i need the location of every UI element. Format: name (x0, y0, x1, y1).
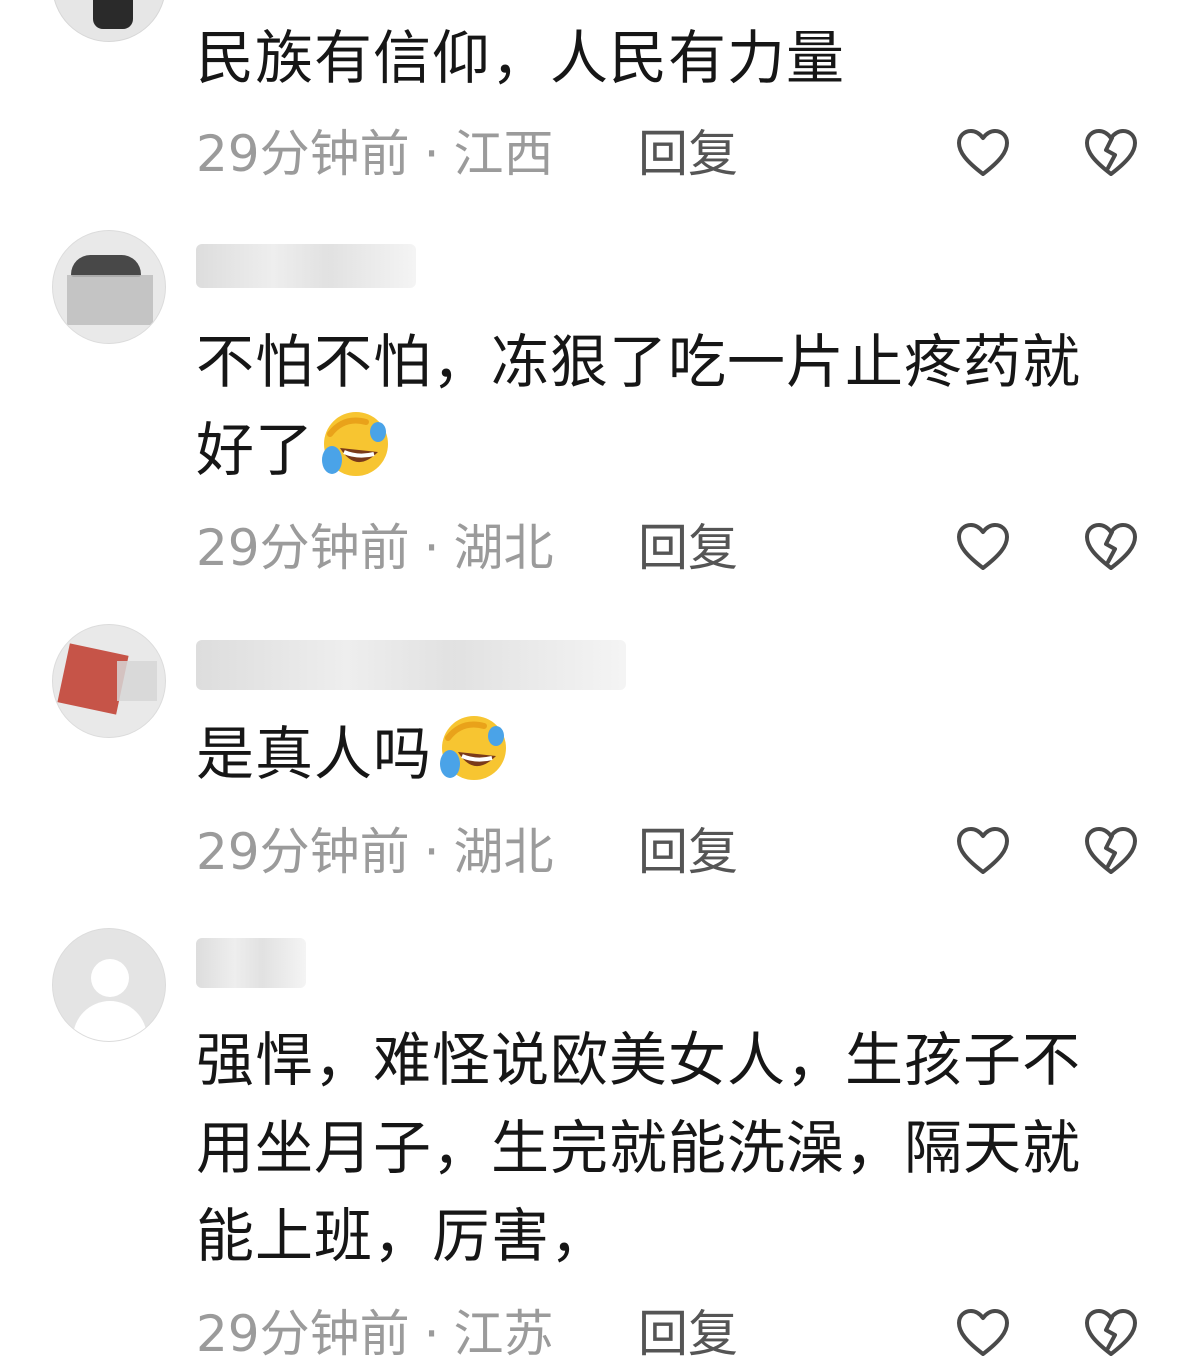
comment-text-line: 能上班，厉害， (196, 1202, 610, 1270)
comment-text: 是真人吗 (196, 710, 1156, 798)
avatar[interactable] (52, 0, 166, 42)
comment-location: 湖北 (453, 519, 554, 577)
avatar-blur (117, 661, 157, 701)
avatar-blur (73, 1001, 147, 1041)
heart-outline-icon[interactable] (956, 128, 1010, 178)
comment-time: 29分钟前 (196, 1305, 410, 1363)
broken-heart-icon[interactable] (1084, 826, 1138, 876)
comment-meta: 29分钟前 · 湖北 回复 (196, 518, 1156, 578)
avatar[interactable] (52, 928, 166, 1042)
comment-location: 江西 (453, 125, 554, 183)
rolling-on-floor-laughing-emoji (322, 412, 389, 476)
comment-text-line: 强悍，难怪说欧美女人，生孩子不 (196, 1026, 1082, 1094)
comment-text-line: 用坐月子，生完就能洗澡，隔天就 (196, 1114, 1082, 1182)
comment-text-line: 好了 (196, 406, 1156, 494)
username-masked (196, 640, 626, 690)
avatar-blur (71, 255, 141, 277)
comment-time: 29分钟前 (196, 125, 410, 183)
comment-location: 湖北 (453, 823, 554, 881)
comment-time: 29分钟前 (196, 519, 410, 577)
meta-separator: · (423, 125, 440, 183)
heart-outline-icon[interactable] (956, 826, 1010, 876)
broken-heart-icon[interactable] (1084, 128, 1138, 178)
comment-text: 民族有信仰，人民有力量 (196, 24, 846, 92)
broken-heart-icon[interactable] (1084, 522, 1138, 572)
meta-separator: · (423, 519, 440, 577)
reply-button[interactable]: 回复 (638, 1304, 738, 1364)
reply-button[interactable]: 回复 (638, 124, 738, 184)
avatar-figure (93, 0, 133, 29)
avatar[interactable] (52, 624, 166, 738)
comment-meta: 29分钟前 · 江苏 回复 (196, 1304, 1156, 1364)
comment-time: 29分钟前 (196, 823, 410, 881)
rolling-on-floor-laughing-emoji (440, 716, 507, 780)
broken-heart-icon[interactable] (1084, 1308, 1138, 1358)
comment-text: 不怕不怕，冻狠了吃一片止疼药就 好了 (196, 318, 1156, 494)
avatar[interactable] (52, 230, 166, 344)
reply-button[interactable]: 回复 (638, 518, 738, 578)
comment-location: 江苏 (453, 1305, 554, 1363)
avatar-blur (91, 959, 129, 997)
username-masked (196, 938, 306, 988)
heart-outline-icon[interactable] (956, 1308, 1010, 1358)
reply-button[interactable]: 回复 (638, 822, 738, 882)
comment-text-line: 不怕不怕，冻狠了吃一片止疼药就 (196, 328, 1082, 396)
username-masked (196, 244, 416, 288)
comment-text: 强悍，难怪说欧美女人，生孩子不 用坐月子，生完就能洗澡，隔天就 能上班，厉害， (196, 1016, 1156, 1280)
comment-meta: 29分钟前 · 湖北 回复 (196, 822, 1156, 882)
heart-outline-icon[interactable] (956, 522, 1010, 572)
avatar-blur (67, 275, 153, 325)
meta-separator: · (423, 1305, 440, 1363)
comment-meta: 29分钟前 · 江西 回复 (196, 124, 1156, 184)
meta-separator: · (423, 823, 440, 881)
